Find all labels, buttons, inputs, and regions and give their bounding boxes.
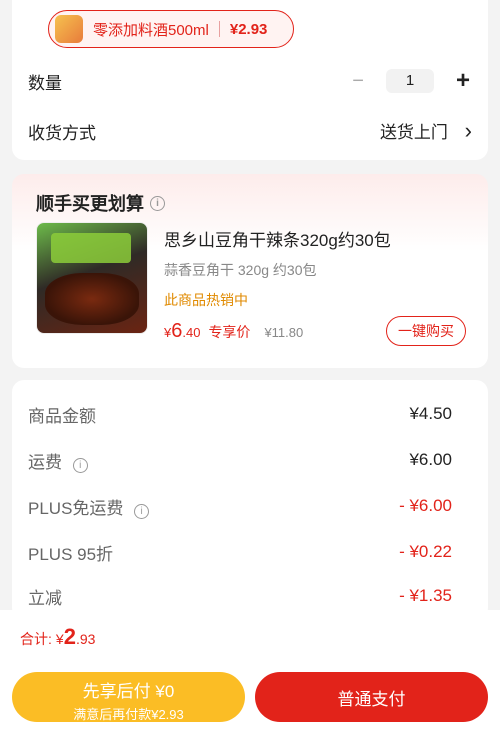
- upsell-title: 顺手买更划算: [36, 194, 144, 214]
- selected-item-price: ¥2.93: [229, 20, 268, 38]
- summary-value: ¥4.50: [409, 404, 452, 423]
- summary-label-group: PLUS免运费 i: [28, 494, 150, 519]
- price-dec: .40: [182, 325, 201, 340]
- pay-later-title: 先享后付 ¥0: [82, 682, 175, 701]
- minus-button[interactable]: −: [352, 70, 364, 93]
- price-symbol: ¥: [164, 325, 172, 340]
- info-icon[interactable]: i: [134, 503, 150, 519]
- pay-later-subtitle: 满意后再付款¥2.93: [73, 707, 184, 722]
- upsell-card: 顺手买更划算 i 思乡山豆角干辣条320g约30包 蒜香豆角干 320g 约30…: [12, 174, 488, 368]
- order-card: 零添加料酒500ml ¥2.93 数量 − 1 + 收货方式 送货上门 ›: [12, 0, 488, 160]
- item-thumbnail: [55, 15, 83, 43]
- summary-row-instant-discount: 立减 - ¥1.35: [28, 584, 472, 608]
- quantity-stepper: − 1 +: [352, 67, 470, 95]
- delivery-label: 收货方式: [28, 123, 96, 143]
- total-label: 合计:: [20, 631, 52, 647]
- chip-divider: [218, 21, 220, 37]
- price-int: 6: [171, 320, 183, 342]
- plus-button[interactable]: +: [456, 67, 470, 95]
- hot-sale-tag: 此商品热销中: [164, 292, 248, 308]
- price-group: ¥ 6 .40 专享价 ¥11.80: [164, 320, 303, 343]
- summary-label: 运费: [28, 452, 62, 472]
- summary-value: - ¥6.00: [399, 496, 452, 515]
- food-graphic: [45, 273, 139, 325]
- delivery-row[interactable]: 收货方式 送货上门 ›: [28, 116, 472, 146]
- package-graphic: [51, 233, 131, 263]
- chevron-right-icon: ›: [464, 118, 472, 143]
- product-image[interactable]: [36, 222, 148, 334]
- total-dec: .93: [75, 631, 96, 647]
- summary-label: PLUS免运费: [28, 498, 124, 518]
- total-symbol: ¥: [55, 631, 64, 647]
- one-click-buy-button[interactable]: 一键购买: [386, 316, 466, 346]
- delivery-value: 送货上门: [379, 123, 448, 142]
- summary-value: - ¥0.22: [399, 542, 452, 561]
- summary-label: PLUS 95折: [28, 544, 114, 564]
- total-group: 合计: ¥ 2 .93: [20, 624, 95, 650]
- quantity-row: 数量 − 1 +: [28, 66, 472, 96]
- total-int: 2: [63, 624, 76, 649]
- quantity-label: 数量: [28, 73, 62, 93]
- selected-item-chip[interactable]: 零添加料酒500ml ¥2.93: [48, 10, 294, 48]
- summary-label-group: 运费 i: [28, 448, 88, 473]
- product-name[interactable]: 思乡山豆角干辣条320g约30包: [164, 226, 391, 251]
- original-price: ¥11.80: [264, 325, 304, 340]
- price-summary-card: 商品金额 ¥4.50 运费 i ¥6.00 PLUS免运费 i - ¥6.00 …: [12, 380, 488, 620]
- selected-item-name: 零添加料酒500ml: [93, 21, 209, 39]
- summary-value: - ¥1.35: [399, 586, 452, 605]
- summary-row-plus-discount: PLUS 95折 - ¥0.22: [28, 540, 472, 564]
- upsell-title-row: 顺手买更划算 i: [36, 190, 165, 216]
- summary-row-goods: 商品金额 ¥4.50: [28, 402, 472, 426]
- product-spec: 蒜香豆角干 320g 约30包: [164, 262, 317, 278]
- pay-later-button[interactable]: 先享后付 ¥0 满意后再付款¥2.93: [12, 672, 245, 722]
- summary-row-shipping: 运费 i ¥6.00: [28, 448, 472, 473]
- delivery-value-group: 送货上门 ›: [380, 118, 472, 144]
- summary-value: ¥6.00: [409, 450, 452, 469]
- summary-row-plus-free-shipping: PLUS免运费 i - ¥6.00: [28, 494, 472, 519]
- summary-label: 商品金额: [28, 406, 96, 426]
- info-icon[interactable]: i: [72, 457, 88, 473]
- info-icon[interactable]: i: [150, 195, 165, 211]
- quantity-input[interactable]: 1: [385, 69, 434, 93]
- summary-label: 立减: [28, 588, 62, 608]
- normal-pay-button[interactable]: 普通支付: [255, 672, 488, 722]
- exclusive-price-label: 专享价: [208, 324, 251, 340]
